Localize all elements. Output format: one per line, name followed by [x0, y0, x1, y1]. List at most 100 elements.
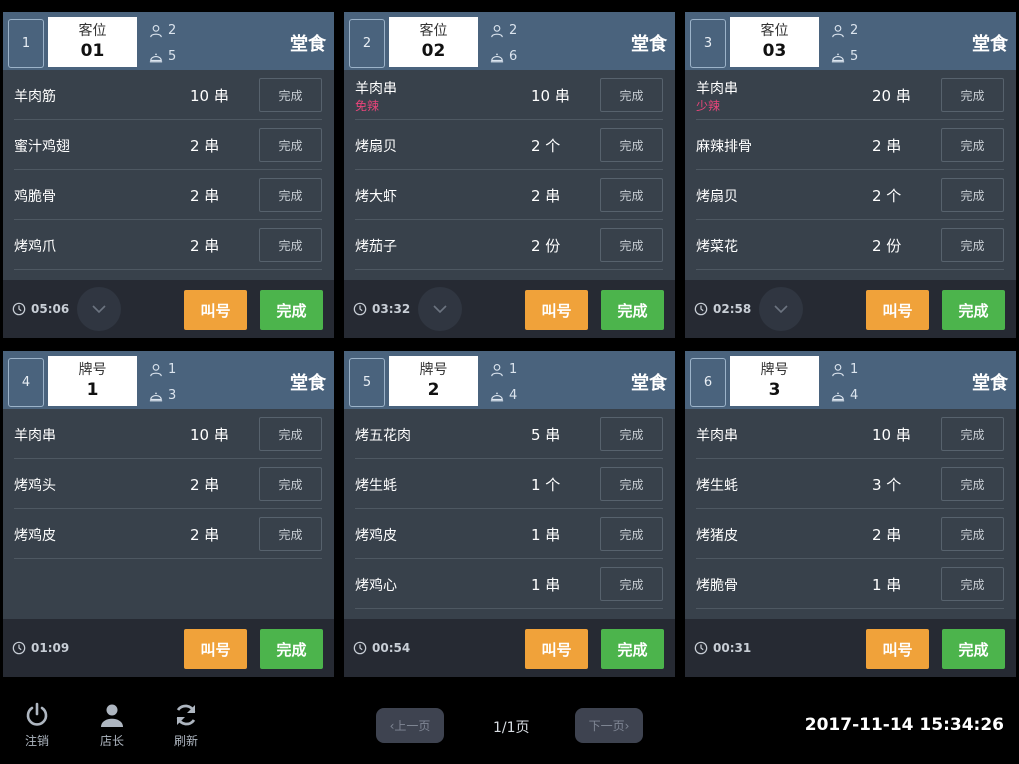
order-item: 蜜汁鸡翅 2 串 完成 [14, 120, 322, 170]
bottom-toolbar: 注销 店长 刷新 ‹ 上一页 1/1页 下一页 › 2017-11-14 15:… [0, 680, 1019, 764]
item-complete-button[interactable]: 完成 [600, 228, 663, 262]
dish-count-value: 3 [168, 388, 177, 403]
refresh-icon [176, 704, 196, 726]
item-name: 烤鸡心 [355, 578, 397, 594]
expand-button[interactable] [418, 287, 462, 331]
item-complete-button[interactable]: 完成 [941, 228, 1004, 262]
item-complete-button[interactable]: 完成 [600, 128, 663, 162]
order-item: 烤生蚝 3 个 完成 [696, 459, 1004, 509]
elapsed-time: 02:58 [713, 302, 752, 316]
item-complete-button[interactable]: 完成 [259, 467, 322, 501]
item-quantity: 2 串 [190, 237, 220, 255]
order-item: 麻辣排骨 2 串 完成 [696, 120, 1004, 170]
user-icon [101, 704, 123, 727]
item-complete-button[interactable]: 完成 [941, 178, 1004, 212]
complete-order-button[interactable]: 完成 [601, 290, 664, 330]
item-complete-button[interactable]: 完成 [259, 517, 322, 551]
order-card: 3 客位 03 2 5 堂食 羊肉串 少辣 20 串 完成 麻辣排骨 2 串 完… [685, 12, 1016, 338]
item-name: 烤鸡头 [14, 478, 56, 494]
manager-button[interactable]: 店长 [92, 702, 132, 749]
item-complete-button[interactable]: 完成 [941, 467, 1004, 501]
people-count-value: 1 [850, 362, 859, 377]
item-complete-button[interactable]: 完成 [600, 417, 663, 451]
call-number-button[interactable]: 叫号 [866, 290, 929, 330]
order-header: 6 牌号 3 1 4 堂食 [685, 351, 1016, 409]
complete-order-button[interactable]: 完成 [942, 629, 1005, 669]
order-items: 羊肉筋 10 串 完成 蜜汁鸡翅 2 串 完成 鸡脆骨 2 串 完成 烤鸡爪 2… [3, 70, 334, 270]
item-complete-button[interactable]: 完成 [600, 517, 663, 551]
order-header: 1 客位 01 2 5 堂食 [3, 12, 334, 70]
item-name: 羊肉串 [14, 428, 56, 444]
service-type: 堂食 [631, 34, 667, 55]
item-name: 烤茄子 [355, 239, 397, 255]
call-number-button[interactable]: 叫号 [184, 290, 247, 330]
order-item: 烤鸡皮 2 串 完成 [14, 509, 322, 559]
item-quantity: 1 串 [531, 576, 561, 594]
item-complete-button[interactable]: 完成 [259, 78, 322, 112]
item-complete-button[interactable]: 完成 [259, 417, 322, 451]
item-complete-button[interactable]: 完成 [941, 517, 1004, 551]
item-name: 烤鸡爪 [14, 239, 56, 255]
complete-order-button[interactable]: 完成 [260, 629, 323, 669]
item-name: 烤鸡皮 [355, 528, 397, 544]
complete-order-button[interactable]: 完成 [942, 290, 1005, 330]
complete-order-button[interactable]: 完成 [260, 290, 323, 330]
dish-count: 3 [149, 388, 176, 403]
dish-cover-icon [831, 392, 845, 401]
item-quantity: 2 串 [872, 526, 902, 544]
current-datetime: 2017-11-14 15:34:26 [804, 715, 1004, 735]
item-note: 少辣 [696, 99, 721, 113]
refresh-label: 刷新 [173, 734, 198, 748]
call-number-button[interactable]: 叫号 [525, 290, 588, 330]
item-complete-button[interactable]: 完成 [259, 178, 322, 212]
item-name: 羊肉串 [696, 428, 738, 444]
people-count-value: 2 [509, 23, 518, 38]
elapsed-timer: 00:31 [694, 641, 751, 655]
item-complete-button[interactable]: 完成 [600, 78, 663, 112]
item-complete-button[interactable]: 完成 [600, 467, 663, 501]
item-quantity: 10 串 [872, 426, 911, 444]
dish-count: 5 [149, 49, 176, 64]
item-quantity: 2 串 [190, 526, 220, 544]
dish-cover-icon [831, 53, 845, 62]
call-number-button[interactable]: 叫号 [184, 629, 247, 669]
item-complete-button[interactable]: 完成 [941, 128, 1004, 162]
order-card: 2 客位 02 2 6 堂食 羊肉串 免辣 10 串 完成 烤扇贝 2 个 完成 [344, 12, 675, 338]
seat-label: 客位 [78, 23, 107, 39]
elapsed-time: 03:32 [372, 302, 411, 316]
item-complete-button[interactable]: 完成 [600, 178, 663, 212]
person-icon [491, 363, 503, 376]
expand-button[interactable] [759, 287, 803, 331]
item-complete-button[interactable]: 完成 [941, 78, 1004, 112]
people-count-value: 2 [168, 23, 177, 38]
item-quantity: 2 份 [872, 237, 902, 255]
elapsed-timer: 00:54 [353, 641, 410, 655]
item-complete-button[interactable]: 完成 [941, 567, 1004, 601]
seat-box: 客位 01 [48, 17, 137, 67]
order-item: 烤大虾 2 串 完成 [355, 170, 663, 220]
logout-button[interactable]: 注销 [17, 702, 57, 749]
order-number: 2 [349, 19, 385, 68]
elapsed-timer: 03:32 [353, 302, 410, 316]
expand-button[interactable] [77, 287, 121, 331]
refresh-button[interactable]: 刷新 [166, 702, 206, 749]
next-page-button[interactable]: 下一页 › [575, 708, 643, 743]
complete-order-button[interactable]: 完成 [601, 629, 664, 669]
order-header: 5 牌号 2 1 4 堂食 [344, 351, 675, 409]
item-quantity: 5 串 [531, 426, 561, 444]
person-icon [832, 24, 844, 37]
clock-icon [353, 641, 367, 655]
seat-box: 客位 03 [730, 17, 819, 67]
item-complete-button[interactable]: 完成 [259, 228, 322, 262]
item-complete-button[interactable]: 完成 [941, 417, 1004, 451]
order-footer: 05:06 叫号 完成 [3, 280, 334, 338]
call-number-button[interactable]: 叫号 [525, 629, 588, 669]
item-quantity: 2 串 [190, 137, 220, 155]
item-name: 烤菜花 [696, 239, 738, 255]
call-number-button[interactable]: 叫号 [866, 629, 929, 669]
item-complete-button[interactable]: 完成 [259, 128, 322, 162]
prev-page-button[interactable]: ‹ 上一页 [376, 708, 444, 743]
order-footer: 02:58 叫号 完成 [685, 280, 1016, 338]
next-page-label: 下一页 [588, 719, 625, 733]
item-complete-button[interactable]: 完成 [600, 567, 663, 601]
